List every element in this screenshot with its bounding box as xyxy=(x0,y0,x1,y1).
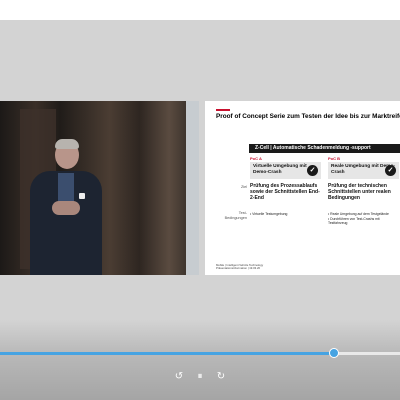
row-label-goal: Ziel xyxy=(241,185,248,189)
player-controls-overlay xyxy=(0,320,400,400)
poc-a-bullets: • Virtuelle Testumgebung xyxy=(250,212,320,217)
presentation-slide: Proof of Concept Serie zum Testen der Id… xyxy=(205,101,400,275)
poc-a-box: Virtuelle Umgebung mit Demo-Crash ✓ xyxy=(250,162,321,179)
poc-b-tag: PoC B xyxy=(328,156,340,161)
projection-screen-edge xyxy=(186,101,199,275)
progress-fill xyxy=(0,352,334,355)
poc-b-bullet: • Reale Umgebung auf dem Testgelände xyxy=(328,212,389,216)
top-bar xyxy=(0,0,400,20)
poc-a-tag: PoC A xyxy=(250,156,262,161)
slide-footer: Mobile | Intelligent Vehicle Technology … xyxy=(216,263,264,271)
presenter-hands xyxy=(52,201,80,215)
check-icon: ✓ xyxy=(307,165,318,176)
rewind-10-icon[interactable]: ↺ xyxy=(173,371,185,383)
poc-a-goal: Prüfung des Prozessablaufs sowie der Sch… xyxy=(250,183,320,201)
progress-knob[interactable] xyxy=(329,348,339,358)
row-label-conditions: Test- Bedingungen xyxy=(224,211,247,220)
presenter-hair xyxy=(55,139,79,149)
pause-icon[interactable]: ⏸ xyxy=(194,371,206,383)
check-icon: ✓ xyxy=(385,165,396,176)
slide-table-header: Z-Cell | Automatische Schadenmeldung -su… xyxy=(249,144,400,153)
forward-10-icon[interactable]: ↻ xyxy=(215,371,227,383)
presenter-video[interactable] xyxy=(0,101,199,275)
poc-b-goal: Prüfung der technischen Schnittstellen u… xyxy=(328,183,391,201)
poc-a-bullet: • Virtuelle Testumgebung xyxy=(250,212,288,216)
slide-title: Proof of Concept Serie zum Testen der Id… xyxy=(216,113,400,120)
poc-b-box: Reale Umgebung mit Demo-Crash ✓ xyxy=(328,162,399,179)
poc-a-name: Virtuelle Umgebung mit Demo-Crash xyxy=(253,164,307,175)
poc-b-bullet: • Durchführen von Test-Crashs mit Testfa… xyxy=(328,216,380,226)
poc-b-bullets: • Reale Umgebung auf dem Testgelände • D… xyxy=(328,212,398,226)
slide-accent-line xyxy=(216,109,230,111)
lapel-mic xyxy=(79,193,85,199)
